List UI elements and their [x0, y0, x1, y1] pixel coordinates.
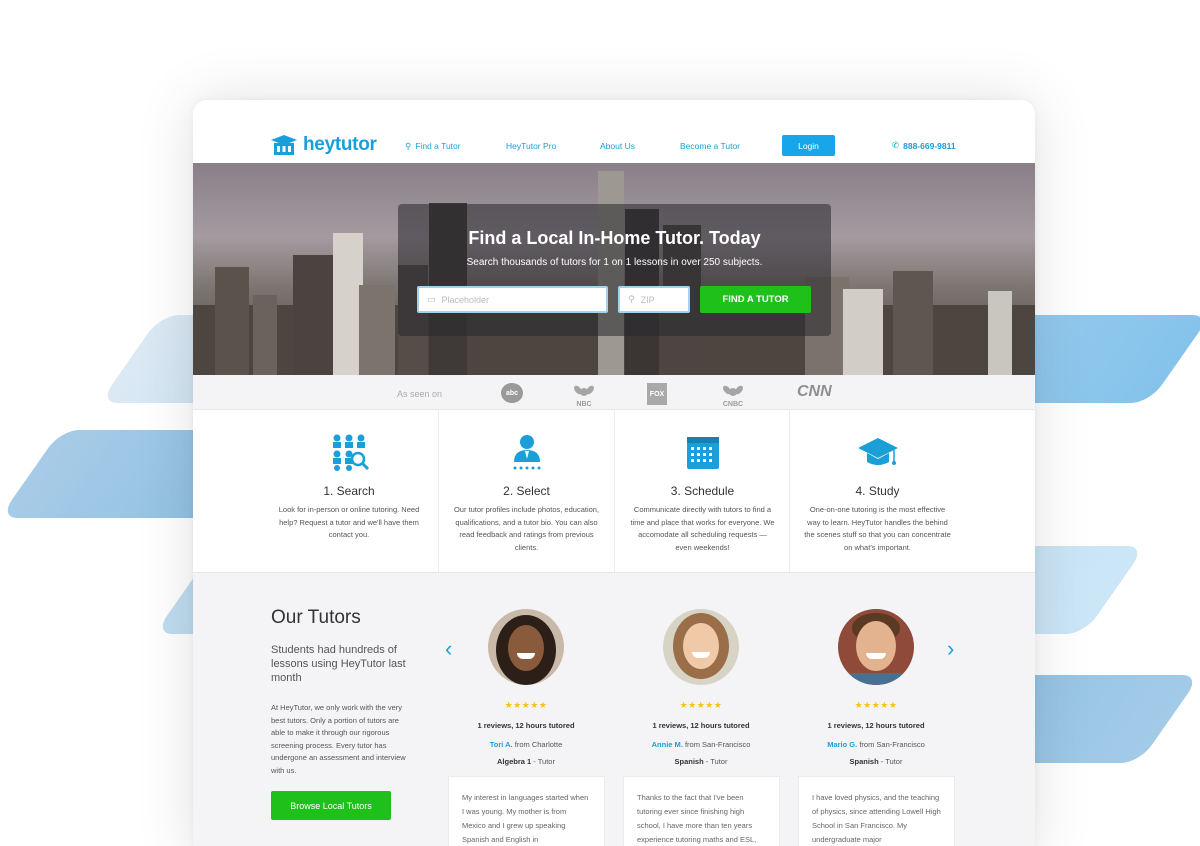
tutor-name[interactable]: Tori A.	[490, 740, 513, 749]
tutor-subject: Spanish - Tutor	[849, 757, 903, 766]
zip-placeholder: ZIP	[640, 294, 655, 305]
logo[interactable]: heytutor	[271, 134, 377, 156]
tutor-card[interactable]: ★★★★★ 1 reviews, 12 hours tutored Tori A…	[446, 609, 606, 766]
tutors-subheading: Students had hundreds of lessons using H…	[271, 644, 406, 684]
tutor-location: Tori A. from Charlotte	[489, 740, 563, 749]
step-title: 4. Study	[855, 484, 900, 498]
browse-local-tutors-button[interactable]: Browse Local Tutors	[271, 791, 391, 820]
location-pin-icon: ⚲	[405, 141, 412, 151]
tutor-card[interactable]: ★★★★★ 1 reviews, 12 hours tutored Mario …	[796, 609, 956, 766]
how-it-works: 1. Search Look for in-person or online t…	[193, 410, 1035, 572]
rating-stars: ★★★★★	[679, 700, 723, 710]
tutor-avatar	[838, 609, 914, 685]
tutor-avatar	[488, 609, 564, 685]
hero-search-panel: Find a Local In-Home Tutor. Today Search…	[398, 204, 831, 336]
hero-subtitle: Search thousands of tutors for 1 on 1 le…	[466, 257, 763, 268]
tutors-heading: Our Tutors	[271, 607, 361, 628]
tutor-avatar	[663, 609, 739, 685]
subject-search-placeholder: Placeholder	[441, 294, 490, 305]
tutors-description: At HeyTutor, we only work with the very …	[271, 703, 406, 775]
nav-find-tutor[interactable]: ⚲ Find a Tutor	[405, 141, 461, 152]
step-search: 1. Search Look for in-person or online t…	[261, 410, 437, 572]
as-seen-on-label: As seen on	[397, 389, 443, 399]
nav-heytutor-pro[interactable]: HeyTutor Pro	[506, 141, 556, 151]
tutor-quote: Thanks to the fact that I've been tutori…	[623, 776, 780, 846]
as-seen-on-bar: As seen on abc NBC FOX CNBC CNN	[193, 375, 1035, 410]
phone-number: 888-669-9811	[903, 140, 956, 151]
zip-input[interactable]: ⚲ ZIP	[618, 286, 690, 313]
step-description: Communicate directly with tutors to find…	[630, 505, 775, 552]
tutor-card[interactable]: ★★★★★ 1 reviews, 12 hours tutored Annie …	[621, 609, 781, 766]
phone-link[interactable]: ✆ 888-669-9811	[892, 140, 956, 151]
login-button[interactable]: Login	[782, 135, 835, 156]
subject-search-input[interactable]: ▭ Placeholder	[417, 286, 608, 313]
nbc-logo: NBC	[573, 383, 595, 408]
tutor-reviews: 1 reviews, 12 hours tutored	[477, 721, 575, 730]
browser-window: heytutor ⚲ Find a Tutor HeyTutor Pro Abou…	[193, 100, 1035, 846]
tutor-profile-icon	[507, 432, 547, 472]
top-nav: heytutor ⚲ Find a Tutor HeyTutor Pro Abou…	[193, 100, 1035, 163]
step-description: One-on-one tutoring is the most effectiv…	[804, 505, 951, 552]
tutor-name[interactable]: Mario G.	[827, 740, 857, 749]
find-tutor-button[interactable]: FIND A TUTOR	[700, 286, 811, 313]
tutor-location: Mario G. from San-Francisco	[827, 740, 925, 749]
hero-banner: Find a Local In-Home Tutor. Today Search…	[193, 163, 1035, 375]
tutor-quote: My interest in languages started when I …	[448, 776, 605, 846]
step-description: Our tutor profiles include photos, educa…	[453, 505, 600, 552]
logo-text: heytutor	[303, 134, 377, 155]
tutor-name[interactable]: Annie M.	[652, 740, 683, 749]
tutor-subject: Algebra 1 - Tutor	[497, 757, 555, 766]
step-schedule: 3. Schedule Communicate directly with tu…	[614, 410, 790, 572]
step-select: 2. Select Our tutor profiles include pho…	[438, 410, 614, 572]
cnbc-logo: CNBC	[719, 383, 747, 408]
abc-logo: abc	[501, 383, 523, 403]
people-search-icon	[329, 432, 370, 472]
tutor-reviews: 1 reviews, 12 hours tutored	[827, 721, 925, 730]
cnn-logo: CNN	[797, 383, 832, 400]
location-pin-icon: ⚲	[628, 294, 635, 304]
tutor-location: Annie M. from San-Francisco	[651, 740, 751, 749]
step-study: 4. Study One-on-one tutoring is the most…	[789, 410, 965, 572]
step-title: 1. Search	[323, 484, 375, 498]
hero-title: Find a Local In-Home Tutor. Today	[468, 228, 761, 248]
our-tutors-section: Our Tutors Students had hundreds of less…	[193, 572, 1035, 846]
tutor-quote: I have loved physics, and the teaching o…	[798, 776, 955, 846]
fox-news-logo: FOX	[647, 383, 667, 405]
nav-find-tutor-label: Find a Tutor	[415, 141, 461, 151]
nav-about-us[interactable]: About Us	[600, 141, 635, 151]
step-description: Look for in-person or online tutoring. N…	[278, 505, 420, 539]
rating-stars: ★★★★★	[854, 700, 898, 710]
step-title: 3. Schedule	[670, 484, 735, 498]
calendar-icon	[683, 432, 723, 472]
graduation-cap-icon	[857, 432, 898, 472]
nav-become-tutor[interactable]: Become a Tutor	[680, 141, 740, 151]
phone-icon: ✆	[892, 140, 900, 150]
tutor-subject: Spanish - Tutor	[674, 757, 728, 766]
tutor-reviews: 1 reviews, 12 hours tutored	[652, 721, 750, 730]
rating-stars: ★★★★★	[504, 700, 548, 710]
logo-icon	[271, 135, 297, 155]
step-title: 2. Select	[503, 484, 550, 498]
book-icon: ▭	[427, 294, 436, 304]
